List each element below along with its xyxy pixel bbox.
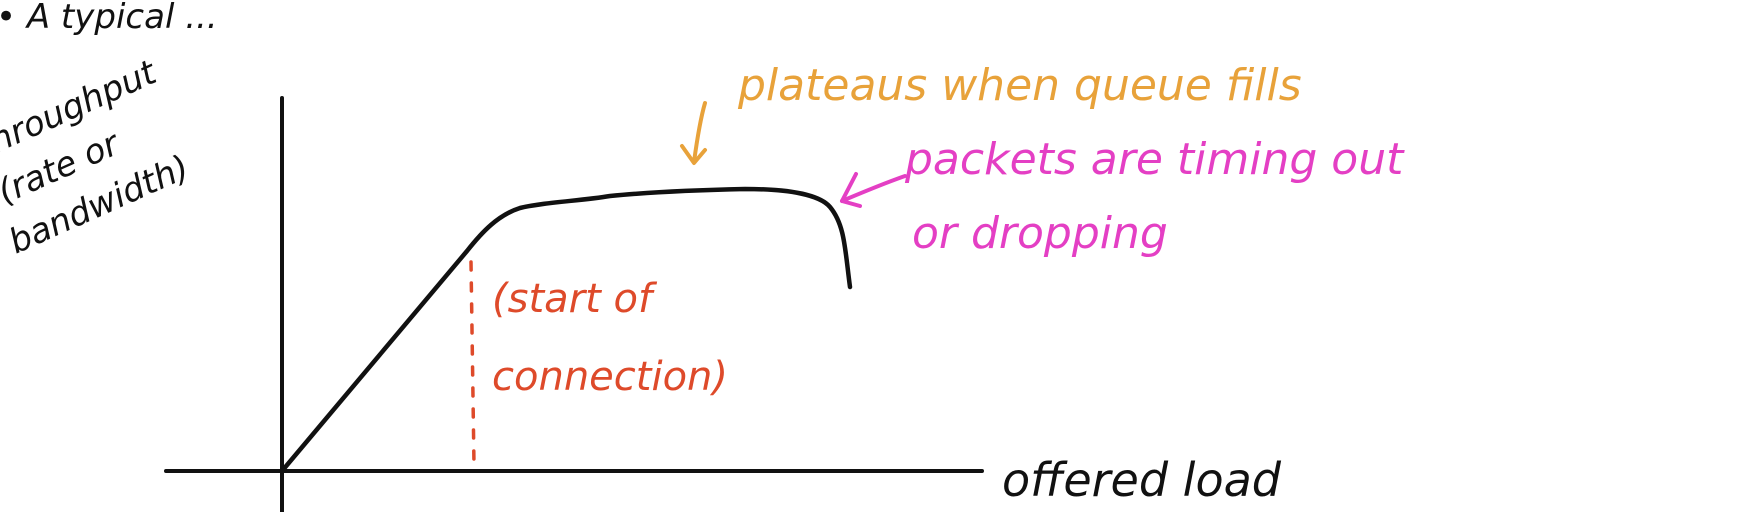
- plateau-arrow-icon: [680, 101, 707, 165]
- y-axis-label: throughput (rate or bandwidth): [0, 52, 195, 262]
- plateau-annotation: plateaus when queue fills: [737, 60, 1302, 111]
- x-axis-label: offered load: [1002, 453, 1282, 507]
- timeout-annotation-line2: or dropping: [912, 208, 1168, 259]
- title-fragment: • A typical ...: [0, 0, 218, 37]
- timeout-annotation-line1: packets are timing out: [904, 134, 1405, 185]
- throughput-curve: [279, 186, 853, 474]
- start-annotation-line2: connection): [492, 354, 728, 400]
- start-annotation-line1: (start of: [492, 276, 658, 322]
- start-marker-line: [469, 260, 476, 467]
- timeout-arrow-icon: [840, 172, 907, 208]
- whiteboard-canvas: • A typical ... throughput (rate or band…: [0, 0, 1405, 512]
